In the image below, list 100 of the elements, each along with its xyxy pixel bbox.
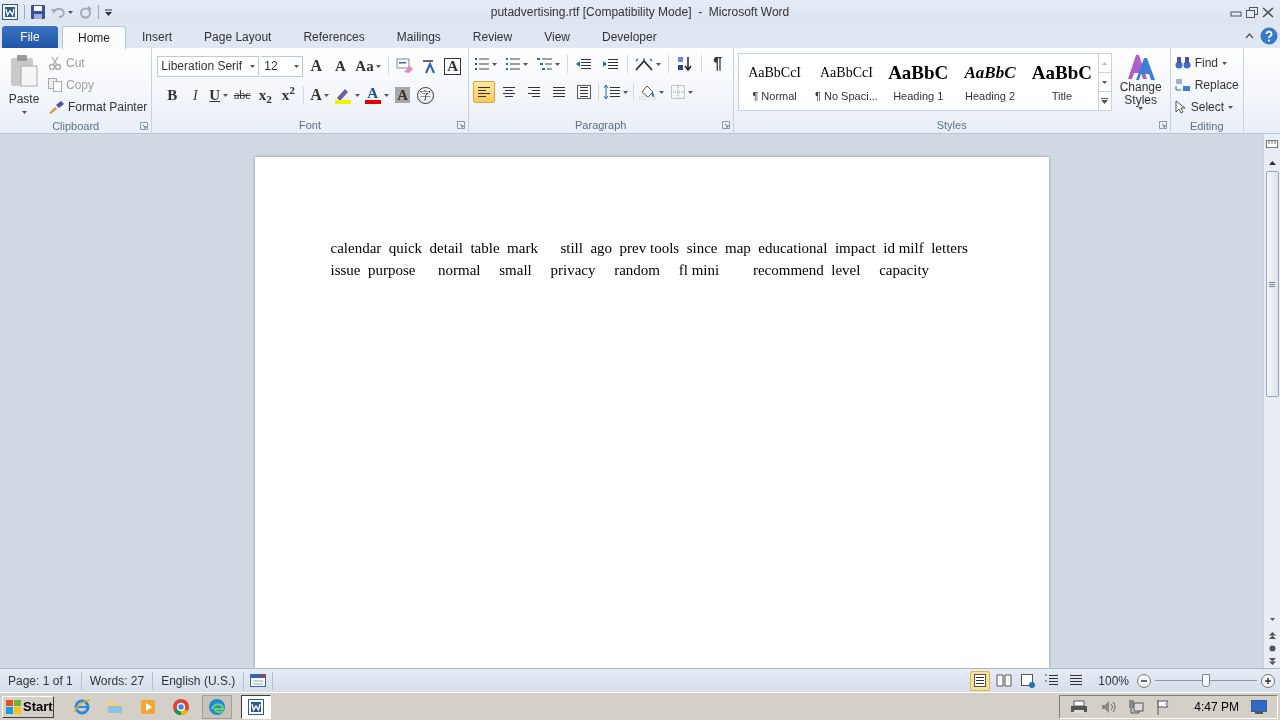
caret-icon	[375, 64, 381, 68]
font-color-button[interactable]: A	[362, 84, 391, 106]
eraser-icon	[395, 58, 414, 74]
caret-up-icon	[1102, 61, 1108, 65]
multilevel-list-icon	[536, 57, 552, 71]
status-text[interactable]: Words: 27	[81, 671, 154, 690]
caret-icon	[491, 62, 497, 66]
bold-button[interactable]: B	[161, 84, 184, 106]
caret-icon	[658, 90, 664, 94]
strikethrough-button[interactable]: abc	[231, 84, 254, 106]
style-gallery-item[interactable]: AaBbCcI ¶ No Spaci...	[810, 54, 883, 110]
zoom-out-button[interactable]	[1137, 673, 1151, 688]
show-desktop-icon	[1251, 699, 1267, 714]
align-justify-icon	[551, 85, 566, 99]
taskbar-app-button[interactable]	[241, 694, 271, 719]
ribbon-tab[interactable]: View	[528, 26, 586, 48]
style-gallery-item[interactable]: AaBbCcI ¶ Normal	[738, 54, 811, 110]
superscript-button[interactable]: x$^{2}$	[277, 84, 300, 106]
caret-icon	[354, 93, 360, 97]
zoom-level-text[interactable]: 100%	[1098, 671, 1129, 690]
more-icon	[1101, 98, 1109, 104]
close-button[interactable]	[1262, 6, 1274, 18]
caret-icon	[687, 90, 693, 94]
web-view-icon	[1020, 673, 1037, 688]
caret-up-icon	[1268, 160, 1276, 165]
restore-button[interactable]	[1246, 6, 1258, 18]
print-view-icon	[972, 673, 989, 688]
ribbon-tab[interactable]: Page Layout	[188, 26, 288, 48]
dialog-launcher-icon	[140, 122, 149, 130]
align-right-icon	[526, 85, 541, 99]
character-border-button[interactable]: A	[441, 55, 464, 77]
reading-view-icon	[996, 673, 1013, 688]
caret-icon	[1222, 61, 1228, 65]
caret-icon	[105, 8, 112, 16]
align-distributed-icon	[576, 85, 591, 99]
subscript-button[interactable]: x$_{2}$	[254, 84, 277, 106]
print-view-button[interactable]	[970, 670, 991, 691]
status-text[interactable]: Page: 1 of 1	[0, 671, 82, 690]
double-caret-down-icon	[1268, 657, 1276, 665]
ribbon-tab[interactable]: Developer	[585, 26, 673, 48]
save-button[interactable]	[31, 5, 45, 19]
caret-icon	[68, 10, 73, 14]
macro-record-icon	[250, 674, 267, 687]
chevron-up-icon	[1245, 33, 1254, 39]
change-styles-button[interactable]: Change Styles	[1115, 53, 1166, 110]
undo-button[interactable]	[51, 6, 73, 18]
globe-icon	[208, 697, 226, 716]
collapse-ribbon-button[interactable]	[1245, 33, 1254, 39]
style-gallery-item[interactable]: AaBbC Heading 2	[954, 54, 1026, 110]
help-button[interactable]	[1260, 27, 1278, 45]
ribbon-tab[interactable]: Home	[62, 26, 126, 49]
draft-view-icon	[1068, 673, 1085, 688]
printer-icon	[1070, 699, 1089, 714]
shrink-font-button[interactable]: A	[329, 55, 352, 77]
start-button[interactable]: Start	[2, 695, 54, 718]
caret-icon	[655, 62, 661, 66]
double-caret-up-icon	[1268, 631, 1276, 639]
align-left-button[interactable]	[472, 81, 495, 103]
painter-button[interactable]: Format Painter	[48, 96, 148, 118]
zoom-slider-thumb[interactable]	[1202, 674, 1210, 687]
gallery-scroll-down-button[interactable]	[1098, 72, 1111, 92]
show-formatting-marks-button[interactable]: ¶	[706, 53, 729, 75]
clock-text: 4:47 PM	[1194, 698, 1239, 716]
ribbon-tab[interactable]: References	[287, 26, 381, 48]
ribbon-tab[interactable]: Insert	[126, 26, 189, 48]
grow-font-button[interactable]: A	[305, 55, 328, 77]
font-name-field[interactable]: Liberation Serif	[157, 55, 260, 77]
zoom-in-button[interactable]	[1261, 673, 1275, 688]
group-label: Styles	[936, 117, 967, 133]
select-button[interactable]: Select	[1174, 96, 1239, 118]
scissors-icon	[48, 56, 62, 70]
paste-button[interactable]: Paste	[4, 52, 44, 118]
scrollbar-thumb[interactable]	[1265, 171, 1279, 397]
numbered-list-icon	[505, 57, 520, 71]
style-gallery-item[interactable]: AaBbC Heading 1	[882, 54, 955, 110]
italic-button[interactable]: I	[184, 84, 207, 106]
status-text[interactable]: English (U.S.)	[153, 671, 245, 690]
underline-button[interactable]: U	[207, 84, 231, 106]
circle-icon	[1268, 644, 1276, 652]
network-computer-icon	[1128, 698, 1145, 715]
group-label: Paragraph	[575, 117, 627, 133]
ribbon-tab[interactable]: Mailings	[380, 26, 457, 48]
text-effects-button[interactable]: A	[308, 84, 331, 106]
replace-button[interactable]: Replace	[1174, 74, 1239, 96]
group-label: Editing	[1189, 118, 1224, 134]
zoom-slider[interactable]	[1155, 673, 1257, 688]
customize-toolbar-button[interactable]	[105, 8, 112, 16]
paintbrush-icon	[48, 100, 64, 114]
plus-icon	[1261, 673, 1275, 688]
caret-icon	[323, 93, 329, 97]
find-button[interactable]: Find	[1174, 52, 1239, 74]
style-gallery-item[interactable]: AaBbC Title	[1025, 54, 1098, 110]
caret-icon	[294, 64, 300, 68]
ribbon-tab[interactable]: Review	[456, 26, 529, 48]
ribbon-tab[interactable]: File	[2, 26, 58, 48]
caret-icon	[622, 90, 628, 94]
phonetic-guide-icon	[420, 58, 437, 74]
font-size-field[interactable]: 12	[261, 55, 304, 77]
change-case-button[interactable]: Aa	[353, 55, 383, 77]
caret-icon	[383, 93, 389, 97]
